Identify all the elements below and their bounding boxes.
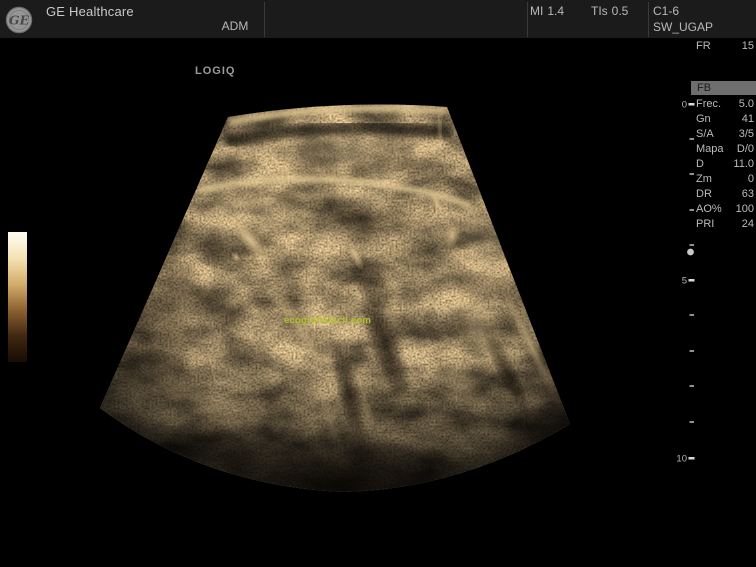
param-row-gn: Gn 41 (691, 112, 756, 127)
param-label: AO% (696, 202, 722, 217)
param-value: D/0 (737, 142, 754, 157)
param-row-pri: PRI 24 (691, 217, 756, 232)
param-row-dr: DR 63 (691, 187, 756, 202)
ruler-label-10: 10 (676, 454, 687, 465)
param-value: 5.0 (739, 97, 754, 112)
param-label: D (696, 157, 704, 172)
param-row-zm: Zm 0 (691, 172, 756, 187)
param-row-sa: S/A 3/5 (691, 127, 756, 142)
ultrasound-display: 0 5 10 (0, 0, 756, 567)
param-label: S/A (696, 127, 714, 142)
param-value: 24 (742, 217, 754, 232)
ultrasound-screen: GE GE Healthcare ADM MI1.4 TIs0.5 C1-6 S… (0, 0, 756, 567)
param-row-ao: AO% 100 (691, 202, 756, 217)
fr-label: FR (696, 39, 711, 54)
active-param-row: FB (691, 81, 756, 95)
ultrasound-fan-image (95, 92, 620, 528)
frame-rate-row: FR 15 (691, 39, 756, 54)
ruler-label-5: 5 (682, 276, 687, 287)
param-label: Zm (696, 172, 712, 187)
param-label: Gn (696, 112, 711, 127)
ruler-label-0: 0 (682, 100, 687, 111)
colorbar (8, 232, 27, 362)
param-value: 41 (742, 112, 754, 127)
param-label: Mapa (696, 142, 724, 157)
param-row-mapa: Mapa D/0 (691, 142, 756, 157)
param-label: DR (696, 187, 712, 202)
fr-value: 15 (742, 39, 754, 54)
watermark: ecografiafacil.com (284, 315, 371, 326)
param-row-d: D 11.0 (691, 157, 756, 172)
parameter-panel: FR 15 FB Frec. 5.0 Gn 41 S/A 3/5 Mapa D/0 D 1… (691, 0, 756, 567)
param-value: 11.0 (733, 157, 754, 172)
machine-label: LOGIQ (195, 65, 235, 77)
param-label: Frec. (696, 97, 721, 112)
param-value: 3/5 (739, 127, 754, 142)
param-value: 100 (736, 202, 754, 217)
param-value: 63 (742, 187, 754, 202)
param-value: 0 (748, 172, 754, 187)
param-label: PRI (696, 217, 714, 232)
param-row-frec: Frec. 5.0 (691, 97, 756, 112)
